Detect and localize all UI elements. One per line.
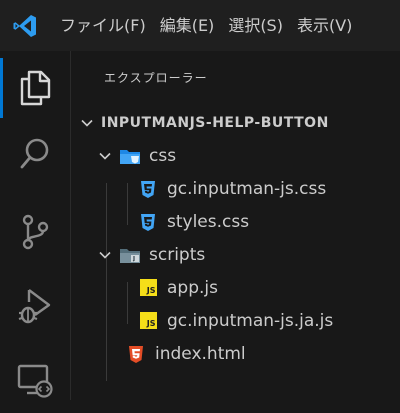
js-badge: JS — [139, 312, 157, 329]
menu-edit[interactable]: 編集(E) — [153, 0, 222, 51]
tree-item-label: index.html — [155, 343, 246, 364]
files-icon — [20, 70, 51, 106]
source-control-icon — [22, 214, 49, 250]
menu-selection[interactable]: 選択(S) — [221, 0, 290, 51]
activity-bar — [0, 51, 71, 400]
js-badge: JS — [139, 279, 157, 296]
tree-item-app-js[interactable]: JS app.js — [71, 271, 400, 304]
title-bar: ファイル(F) 編集(E) 選択(S) 表示(V) — [0, 0, 400, 51]
tree-item-label: scripts — [149, 244, 206, 265]
tree-item-styles-css[interactable]: styles.css — [71, 205, 400, 238]
menu-view[interactable]: 表示(V) — [290, 0, 359, 51]
menu-bar: ファイル(F) 編集(E) 選択(S) 表示(V) — [50, 0, 359, 51]
explorer-title: エクスプローラー — [104, 71, 208, 85]
root-folder-label: INPUTMANJS-HELP-BUTTON — [101, 114, 329, 131]
activity-remote-explorer[interactable] — [0, 347, 70, 413]
chevron-down-icon — [97, 247, 113, 263]
activity-run-debug[interactable] — [0, 273, 70, 339]
tree-item-index-html[interactable]: index.html — [71, 337, 400, 370]
css-folder-icon — [119, 145, 141, 167]
tree-item-css-folder[interactable]: css — [71, 139, 400, 172]
run-debug-icon — [18, 289, 51, 324]
chevron-down-icon — [79, 115, 95, 131]
activity-source-control[interactable] — [0, 199, 70, 265]
search-icon — [20, 138, 49, 169]
scripts-folder-icon — [119, 244, 141, 266]
js-file-icon: JS — [137, 310, 159, 332]
tree-item-label: gc.inputman-js.ja.js — [167, 310, 334, 331]
vscode-logo-icon — [0, 0, 50, 51]
css-file-icon — [137, 178, 159, 200]
js-file-icon: JS — [137, 277, 159, 299]
html-file-icon — [125, 343, 147, 365]
tree-item-gc-inputman-css[interactable]: gc.inputman-js.css — [71, 172, 400, 205]
css-file-icon — [137, 211, 159, 233]
activity-explorer[interactable] — [0, 55, 70, 121]
explorer-root-folder[interactable]: INPUTMANJS-HELP-BUTTON — [71, 106, 400, 139]
tree-item-scripts-folder[interactable]: scripts — [71, 238, 400, 271]
activity-search[interactable] — [0, 121, 70, 187]
tree-item-label: css — [149, 145, 177, 166]
tree-item-label: styles.css — [167, 211, 250, 232]
tree-item-gc-inputman-ja-js[interactable]: JS gc.inputman-js.ja.js — [71, 304, 400, 337]
menu-file[interactable]: ファイル(F) — [50, 0, 153, 51]
remote-explorer-icon — [17, 364, 53, 398]
chevron-down-icon — [97, 148, 113, 164]
tree-item-label: app.js — [167, 277, 218, 298]
tree-item-label: gc.inputman-js.css — [167, 178, 327, 199]
explorer-panel: エクスプローラー INPUTMANJS-HELP-BUTTON css gc.i… — [71, 51, 400, 400]
